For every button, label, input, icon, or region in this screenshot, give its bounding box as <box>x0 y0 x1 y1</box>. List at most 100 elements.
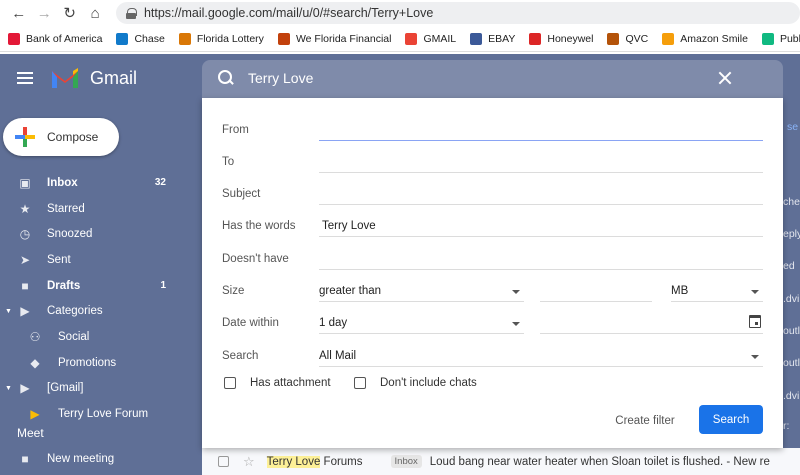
bookmark-5[interactable]: EBAY <box>470 32 515 45</box>
has-words-label: Has the words <box>222 220 296 232</box>
sidebar-item-promotions[interactable]: ◆ Promotions <box>0 350 200 376</box>
forward-icon[interactable]: → <box>33 2 54 24</box>
browser-chrome: ← → ↻ ⌂ https://mail.google.com/mail/u/0… <box>0 0 800 54</box>
email-list-peek: chec <box>783 196 800 208</box>
search-button[interactable]: Search <box>699 405 763 434</box>
to-row: To <box>222 151 763 177</box>
sidebar-item-label: Starred <box>47 202 85 215</box>
home-icon[interactable]: ⌂ <box>84 2 105 24</box>
dropdown-arrow-icon <box>751 355 759 359</box>
bookmark-0[interactable]: Bank of America <box>8 32 103 45</box>
star-icon[interactable]: ☆ <box>243 454 255 470</box>
to-input[interactable] <box>319 151 763 173</box>
sidebar-item-label: Snoozed <box>47 228 93 241</box>
has-attachment-box[interactable] <box>224 377 236 389</box>
search-in-select[interactable]: All Mail <box>319 345 763 367</box>
bookmark-8[interactable]: Amazon Smile <box>662 32 748 45</box>
label-icon: ▶ <box>30 407 40 422</box>
email-list-peek: eply <box>783 228 800 240</box>
from-input[interactable] <box>319 119 763 141</box>
send-icon: ➤ <box>19 252 31 267</box>
sidebar-item-categories[interactable]: ▼ ▶ Categories <box>0 298 200 324</box>
email-row[interactable]: ☆ Terry Love Forums Inbox Loud bang near… <box>202 448 800 475</box>
expand-caret-icon[interactable]: ▼ <box>5 308 12 315</box>
search-icon[interactable] <box>218 70 234 86</box>
search-bar[interactable]: Terry Love <box>202 60 783 98</box>
compose-label: Compose <box>47 130 99 144</box>
compose-plus-icon <box>15 127 35 147</box>
back-icon[interactable]: ← <box>8 2 29 24</box>
video-camera-icon: ■ <box>21 452 29 466</box>
sidebar-item-sent[interactable]: ➤ Sent <box>0 247 200 273</box>
new-meeting-item[interactable]: ■ New meeting <box>0 449 200 469</box>
email-row-checkbox[interactable] <box>218 456 229 467</box>
dropdown-arrow-icon <box>751 290 759 294</box>
date-input[interactable] <box>540 312 763 334</box>
url-text: https://mail.google.com/mail/u/0/#search… <box>143 6 434 20</box>
sidebar-item-label: Social <box>58 330 90 343</box>
bookmark-4[interactable]: GMAIL <box>405 32 456 45</box>
compose-button[interactable]: Compose <box>3 118 119 156</box>
honeywell-icon <box>529 32 542 45</box>
email-list-peek: ed <box>783 260 795 272</box>
bookmark-2[interactable]: Florida Lottery <box>178 32 264 45</box>
subject-input[interactable] <box>319 183 763 205</box>
sidebar-item-terry-love-forum[interactable]: ▶ Terry Love Forum <box>0 401 200 427</box>
to-label: To <box>222 156 235 168</box>
search-in-label: Search <box>222 350 259 362</box>
email-row-subject: Loud bang near water heater when Sloan t… <box>429 455 770 468</box>
close-icon[interactable] <box>716 69 734 87</box>
draft-icon: ■ <box>21 278 29 293</box>
bookmark-label: Florida Lottery <box>196 32 264 45</box>
sidebar-item-inbox[interactable]: ▣ Inbox 32 <box>0 170 200 196</box>
main-menu-icon[interactable] <box>17 72 33 84</box>
bookmark-label: Bank of America <box>26 32 103 45</box>
bookmark-1[interactable]: Chase <box>116 32 165 45</box>
email-list-peek: outle <box>783 357 800 369</box>
has-attachment-checkbox[interactable]: Has attachment <box>224 377 331 389</box>
expand-caret-icon[interactable]: ▼ <box>5 385 12 392</box>
label-icon: ▶ <box>20 381 30 396</box>
browser-navbar: ← → ↻ ⌂ https://mail.google.com/mail/u/0… <box>0 0 800 26</box>
bookmark-6[interactable]: Honeywel <box>529 32 593 45</box>
sidebar-item-label: Terry Love Forum <box>58 408 149 421</box>
calendar-icon[interactable] <box>749 315 761 328</box>
meet-title: Meet <box>17 426 44 440</box>
amazon-smile-icon <box>662 32 675 45</box>
size-unit-select[interactable]: MB <box>671 280 763 302</box>
people-icon: ⚇ <box>29 329 41 344</box>
bookmark-9[interactable]: Publix P <box>761 32 800 45</box>
size-value-input[interactable] <box>540 280 652 302</box>
peek-link: se <box>787 121 799 133</box>
sidebar-item-label: Sent <box>47 253 71 266</box>
sidebar-item-label: Inbox <box>47 176 78 189</box>
date-within-select[interactable]: 1 day <box>319 312 524 334</box>
chase-icon <box>116 32 129 45</box>
has-words-row: Has the words Terry Love <box>222 215 763 241</box>
doesnt-have-input[interactable] <box>319 248 763 270</box>
size-row: Size greater than MB <box>222 280 763 306</box>
size-operator-select[interactable]: greater than <box>319 280 524 302</box>
sidebar-item-drafts[interactable]: ■ Drafts 1 <box>0 273 200 299</box>
dont-include-chats-box[interactable] <box>354 377 366 389</box>
gmail-logo-icon <box>52 68 78 88</box>
label-icon: ▶ <box>20 304 30 319</box>
bookmark-7[interactable]: QVC <box>607 32 648 45</box>
bookmark-3[interactable]: We Florida Financial <box>277 32 391 45</box>
dropdown-arrow-icon <box>512 322 520 326</box>
create-filter-button[interactable]: Create filter <box>606 407 684 435</box>
sidebar-item-social[interactable]: ⚇ Social <box>0 324 200 350</box>
reload-icon[interactable]: ↻ <box>59 2 80 24</box>
from-label: From <box>222 124 249 136</box>
sidebar-item-label: Drafts <box>47 279 81 292</box>
we-florida-icon <box>277 32 290 45</box>
has-words-input[interactable]: Terry Love <box>319 215 763 237</box>
sidebar-item-snoozed[interactable]: ◷ Snoozed <box>0 221 200 247</box>
search-query[interactable]: Terry Love <box>248 70 313 86</box>
bookmark-label: Chase <box>134 32 165 45</box>
email-list-peek: r: <box>783 420 790 432</box>
sidebar-item-gmail[interactable]: ▼ ▶ [Gmail] <box>0 376 200 402</box>
address-bar[interactable]: https://mail.google.com/mail/u/0/#search… <box>115 2 800 24</box>
dont-include-chats-checkbox[interactable]: Don't include chats <box>354 377 477 389</box>
sidebar-item-starred[interactable]: ★ Starred <box>0 196 200 222</box>
